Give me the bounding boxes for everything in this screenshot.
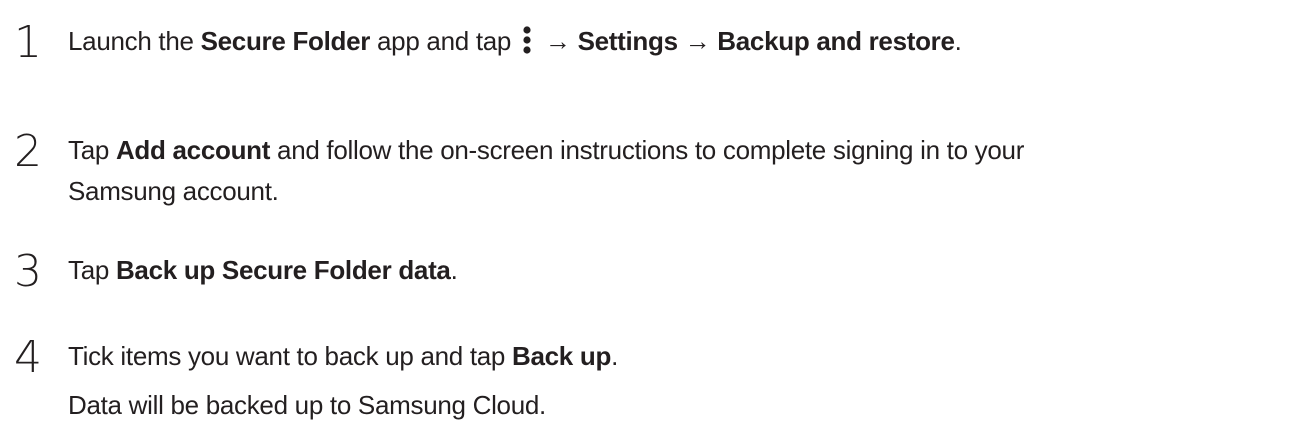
app-name: Secure Folder bbox=[200, 26, 371, 56]
back-up-secure-folder-data-label: Back up Secure Folder data bbox=[115, 255, 451, 285]
step-number: 1 bbox=[14, 17, 42, 68]
step-text-continued: Samsung account. bbox=[68, 176, 279, 206]
more-options-icon bbox=[522, 26, 532, 54]
step-text: Tap Back up Secure Folder data. bbox=[68, 255, 458, 285]
step-text: Tap Add account and follow the on-screen… bbox=[68, 135, 1025, 165]
step-number: 3 bbox=[14, 246, 42, 297]
add-account-label: Add account bbox=[115, 135, 271, 165]
back-up-label: Back up bbox=[512, 341, 612, 371]
menu-backup-and-restore: Backup and restore bbox=[717, 26, 955, 56]
step-text: Launch the Secure Folder app and tap → S… bbox=[68, 26, 962, 56]
step-number: 4 bbox=[14, 332, 42, 383]
menu-settings: Settings bbox=[577, 26, 678, 56]
step-note: Data will be backed up to Samsung Cloud. bbox=[68, 390, 546, 420]
step-text: Tick items you want to back up and tap B… bbox=[68, 341, 618, 371]
step-number: 2 bbox=[14, 126, 42, 177]
